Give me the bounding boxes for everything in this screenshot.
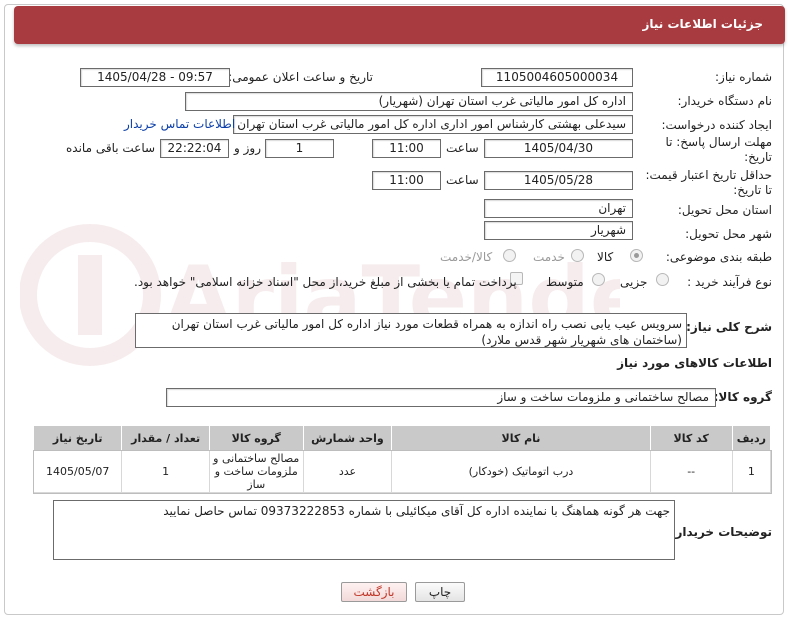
response-time-label: ساعت xyxy=(446,141,479,155)
goods-group-label: گروه کالا: xyxy=(713,390,772,404)
remaining-time-label: ساعت باقی مانده xyxy=(66,141,156,155)
category-radio-goods[interactable] xyxy=(630,249,643,262)
announce-datetime-field: 1405/04/28 - 09:57 xyxy=(80,68,230,87)
delivery-province-field: تهران xyxy=(484,199,633,218)
buyer-notes-text: جهت هر گونه هماهنگ با نماینده اداره کل آ… xyxy=(163,504,670,518)
buyer-org-label: نام دستگاه خریدار: xyxy=(677,94,773,108)
response-deadline-label-2: تاریخ: xyxy=(744,150,772,164)
col-group: گروه کالا xyxy=(208,425,304,451)
buyer-notes-label: توضیحات خریدار: xyxy=(670,525,772,539)
process-radio-partial[interactable] xyxy=(656,273,669,286)
process-option-partial: جزیی xyxy=(620,275,648,289)
category-option-service: خدمت xyxy=(533,250,565,264)
table-row: 1 -- درب اتوماتیک (خودکار) عدد مصالح ساخ… xyxy=(32,449,772,494)
col-code: کد کالا xyxy=(649,425,733,451)
price-validity-date-field: 1405/05/28 xyxy=(484,171,633,190)
delivery-city-label: شهر محل تحویل: xyxy=(685,227,772,241)
print-button[interactable]: چاپ xyxy=(415,582,465,602)
category-label: طبقه بندی موضوعی: xyxy=(665,250,772,264)
description-label: شرح کلی نیاز: xyxy=(686,320,772,334)
buyer-org-field: اداره کل امور مالیاتی غرب استان تهران (ش… xyxy=(185,92,633,111)
description-text: سرویس عیب یابی نصب راه اندازه به همراه ق… xyxy=(171,317,682,347)
days-label: روز و xyxy=(234,141,261,155)
cell-code: -- xyxy=(649,450,733,493)
need-number-field: 1105004605000034 xyxy=(481,68,633,87)
buyer-contact-link[interactable]: اطلاعات تماس خریدار xyxy=(124,117,235,131)
response-time-field: 11:00 xyxy=(372,139,441,158)
treasury-payment-note: پرداخت تمام یا بخشی از مبلغ خرید،از محل … xyxy=(134,275,517,289)
process-radio-medium[interactable] xyxy=(592,273,605,286)
cell-need-date: 1405/05/07 xyxy=(32,450,123,493)
response-date-field: 1405/04/30 xyxy=(484,139,633,158)
back-button[interactable]: بازگشت xyxy=(341,582,407,602)
page-title: جزئیات اطلاعات نیاز xyxy=(642,17,763,31)
category-option-goods: کالا xyxy=(597,250,614,264)
cell-unit: عدد xyxy=(302,450,393,493)
cell-group: مصالح ساختمانی و ملزومات ساخت و ساز xyxy=(208,450,304,493)
response-deadline-label-1: مهلت ارسال پاسخ: تا xyxy=(665,135,772,149)
col-quantity: تعداد / مقدار xyxy=(121,425,210,451)
category-radio-service[interactable] xyxy=(571,249,584,262)
category-option-goods-service: کالا/خدمت xyxy=(440,250,493,264)
need-number-label: شماره نیاز: xyxy=(715,70,772,84)
price-validity-label-2: تا تاریخ: xyxy=(733,183,772,197)
price-validity-time-field: 11:00 xyxy=(372,171,441,190)
process-option-medium: متوسط xyxy=(546,275,584,289)
remaining-days-field: 1 xyxy=(265,139,334,158)
buyer-notes-field[interactable]: جهت هر گونه هماهنگ با نماینده اداره کل آ… xyxy=(53,500,675,560)
items-table: ردیف کد کالا نام کالا واحد شمارش گروه کا… xyxy=(32,425,772,494)
col-name: نام کالا xyxy=(391,425,651,451)
description-field[interactable]: سرویس عیب یابی نصب راه اندازه به همراه ق… xyxy=(135,313,687,348)
col-need-date: تاریخ نیاز xyxy=(32,425,123,451)
price-validity-time-label: ساعت xyxy=(446,173,479,187)
delivery-city-field: شهریار xyxy=(484,221,633,240)
col-unit: واحد شمارش xyxy=(302,425,393,451)
purchase-process-label: نوع فرآیند خرید : xyxy=(687,275,772,289)
remaining-time-field: 22:22:04 xyxy=(160,139,229,158)
section-header: جزئیات اطلاعات نیاز xyxy=(14,6,785,44)
price-validity-label-1: حداقل تاریخ اعتبار قیمت: xyxy=(645,168,772,182)
category-radio-goods-service[interactable] xyxy=(503,249,516,262)
col-row: ردیف xyxy=(731,425,772,451)
requester-label: ایجاد کننده درخواست: xyxy=(661,118,772,132)
items-table-header: ردیف کد کالا نام کالا واحد شمارش گروه کا… xyxy=(32,425,772,451)
cell-row: 1 xyxy=(731,450,772,493)
cell-name: درب اتوماتیک (خودکار) xyxy=(391,450,651,493)
requester-field: سیدعلی بهشتی کارشناس امور اداری اداره کل… xyxy=(233,115,633,134)
cell-quantity: 1 xyxy=(121,450,210,493)
goods-info-title: اطلاعات کالاهای مورد نیاز xyxy=(617,356,772,370)
announce-datetime-label: تاریخ و ساعت اعلان عمومی: xyxy=(228,70,373,84)
delivery-province-label: استان محل تحویل: xyxy=(677,203,772,217)
goods-group-field: مصالح ساختمانی و ملزومات ساخت و ساز xyxy=(166,388,716,407)
